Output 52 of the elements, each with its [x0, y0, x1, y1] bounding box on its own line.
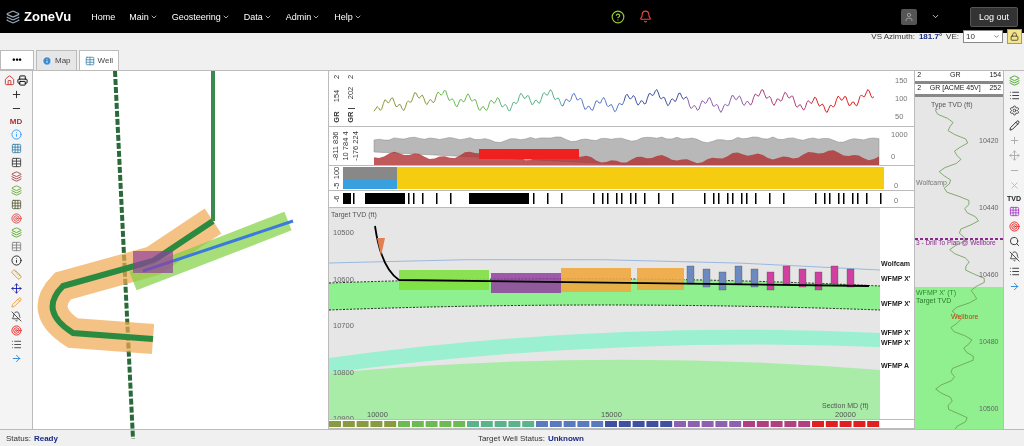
nav-menu-item[interactable]: Data [243, 11, 272, 22]
settings-icon[interactable] [1008, 105, 1020, 116]
grid-icon[interactable] [10, 199, 22, 210]
target-icon[interactable] [10, 213, 22, 224]
search-icon[interactable] [1008, 236, 1020, 247]
caret-icon [993, 33, 1000, 40]
more-button[interactable]: ••• [0, 50, 34, 70]
grid-icon [84, 55, 95, 66]
caret-icon[interactable] [931, 12, 940, 21]
pencil-icon[interactable] [1008, 120, 1020, 131]
list-icon[interactable] [1008, 90, 1020, 101]
status-value: Ready [33, 433, 58, 443]
print-icon[interactable] [17, 75, 29, 86]
user-icon [904, 11, 914, 22]
vs-azimuth-label: VS Azimuth: [871, 32, 915, 41]
grid-icon[interactable] [1008, 206, 1020, 217]
move-icon[interactable] [10, 283, 22, 294]
view-tab[interactable]: Well [78, 50, 119, 70]
info-icon[interactable] [10, 255, 22, 266]
status-value: Unknown [547, 433, 584, 443]
logo-text: ZoneVu [24, 9, 72, 24]
bell-off-icon[interactable] [1008, 251, 1020, 262]
md-button[interactable]: MD [9, 117, 23, 126]
nav-menu-item[interactable]: Help [334, 11, 362, 22]
plus-icon[interactable] [10, 89, 22, 100]
logo-icon [6, 9, 20, 24]
nav-menu-item[interactable]: Home [91, 11, 116, 22]
layers-icon[interactable] [10, 185, 22, 196]
ve-select[interactable]: 10 [963, 30, 1003, 43]
bell-icon[interactable] [638, 10, 652, 23]
target-icon[interactable] [10, 325, 22, 336]
status-label: Target Well Status: [477, 433, 545, 443]
status-label: Status: [6, 433, 31, 443]
bell-off-icon[interactable] [10, 311, 22, 322]
nav-menu-item[interactable]: Geosteering [171, 11, 230, 22]
table-icon[interactable] [10, 157, 22, 168]
list-icon[interactable] [10, 339, 22, 350]
logout-button[interactable]: Log out [970, 6, 1018, 27]
help-icon[interactable] [610, 9, 625, 24]
layers-icon[interactable] [10, 171, 22, 182]
arrow-right-icon[interactable] [10, 353, 22, 364]
nav-menu-item[interactable]: Main [129, 11, 158, 22]
view-tab[interactable]: Map [36, 50, 77, 70]
lock-button[interactable] [1007, 29, 1022, 44]
home-icon[interactable] [4, 75, 16, 86]
list-icon[interactable] [1008, 266, 1020, 277]
app-logo[interactable]: ZoneVu [6, 9, 72, 24]
layers-icon[interactable] [10, 227, 22, 238]
nav-menu-item[interactable]: Admin [285, 11, 321, 22]
user-avatar[interactable] [901, 8, 917, 25]
vs-azimuth-value: 181.7° [918, 32, 943, 41]
ve-label: VE: [946, 32, 959, 41]
